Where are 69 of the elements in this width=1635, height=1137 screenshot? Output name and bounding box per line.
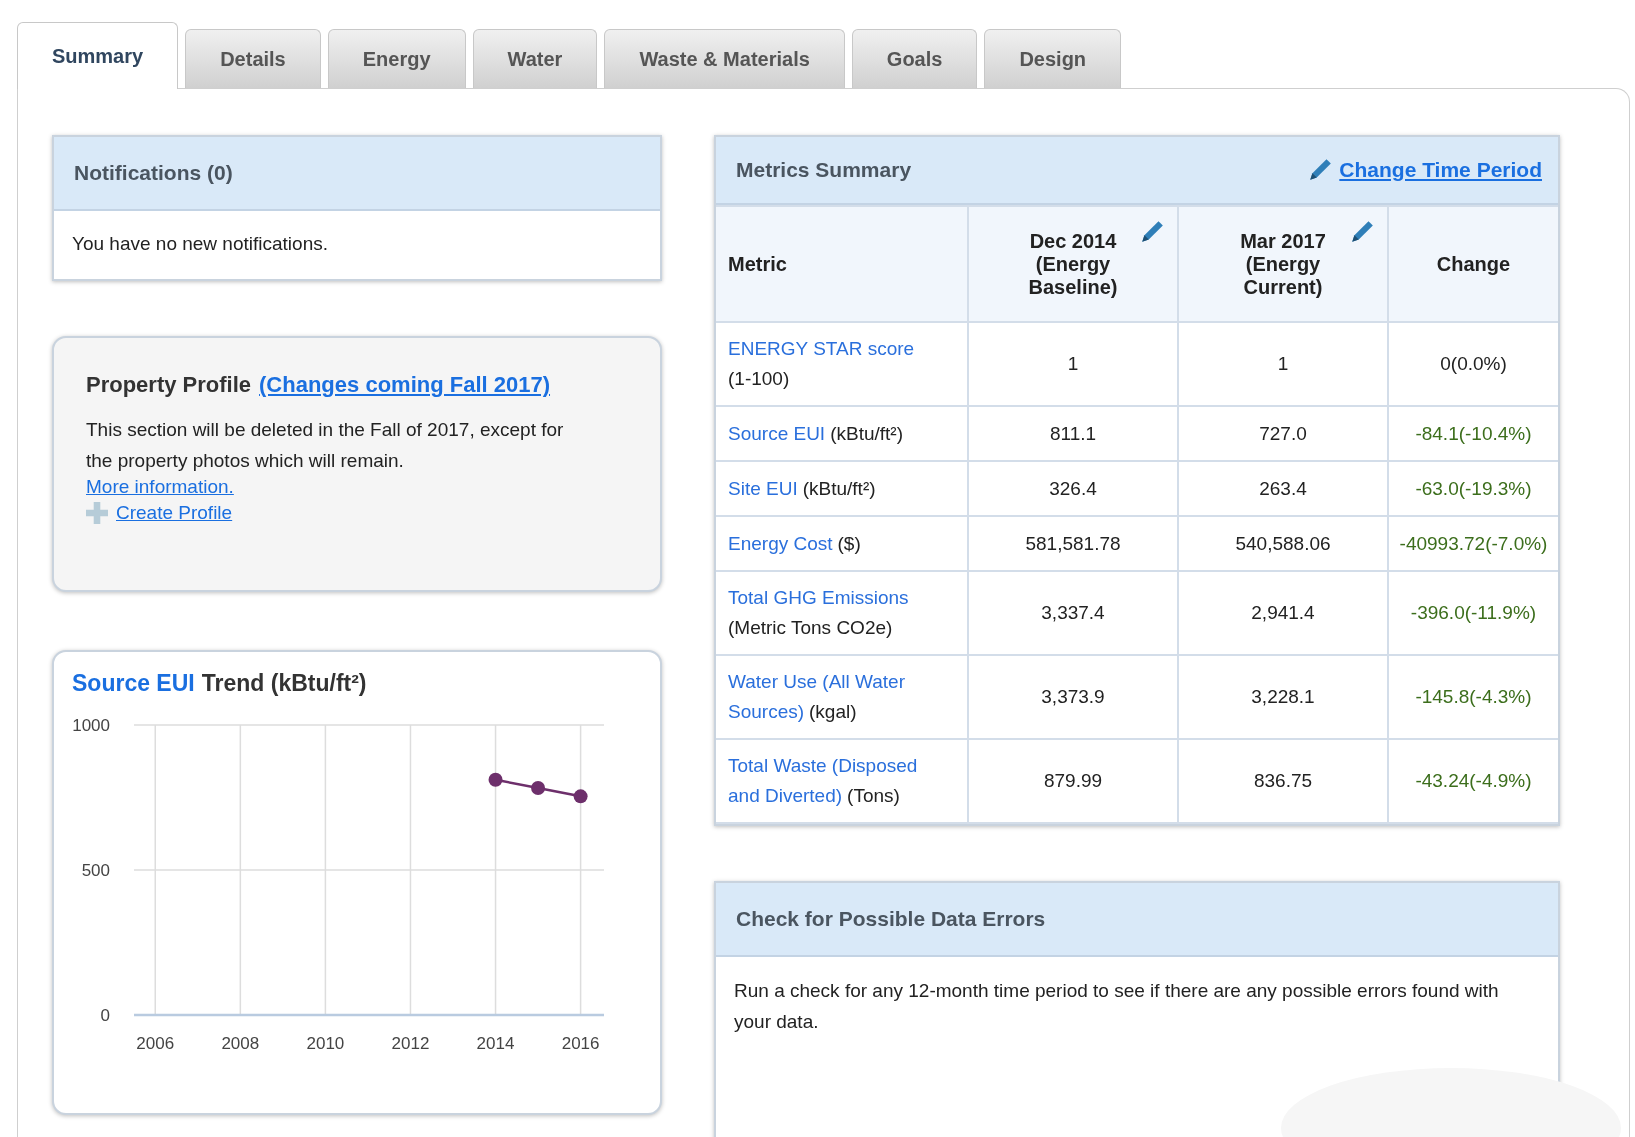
metric-unit: (Tons) [847, 784, 900, 808]
table-cell: 1 [1178, 322, 1388, 406]
metric-link[interactable]: Sources) [728, 697, 805, 727]
metric-link[interactable]: Total GHG Emissions [728, 583, 909, 613]
table-cell: 540,588.06 [1178, 516, 1388, 571]
x-tick-label: 2006 [136, 1034, 175, 1053]
tab[interactable]: Details [185, 29, 321, 88]
table-cell: 581,581.78 [968, 516, 1178, 571]
x-tick-label: 2014 [476, 1034, 515, 1053]
x-tick-label: 2012 [391, 1034, 430, 1053]
metric-unit: (kBtu/ft²) [802, 476, 876, 501]
card-title: Check for Possible Data Errors [716, 883, 1558, 957]
x-tick-label: 2016 [561, 1034, 600, 1053]
data-point [488, 772, 503, 787]
data-point [573, 789, 588, 804]
metric-link[interactable]: ENERGY STAR score [728, 334, 915, 364]
pencil-icon[interactable] [1139, 219, 1165, 245]
metric-unit: (kgal) [809, 700, 857, 724]
pencil-icon[interactable] [1307, 157, 1334, 183]
x-tick-label: 2010 [306, 1034, 345, 1053]
table-cell: 3,373.9 [968, 655, 1178, 739]
metric-link[interactable]: and Diverted) [728, 781, 843, 811]
table-cell: 263.4 [1178, 461, 1388, 516]
metric-link[interactable]: Site EUI [728, 473, 798, 504]
profile-description: This section will be deleted in the Fall of 2017, except for the property photos which will remain. [86, 418, 565, 473]
card-title: Property Profile [86, 372, 252, 398]
table-cell: 1 [968, 322, 1178, 406]
metric-link[interactable]: Total Waste (Disposed [728, 751, 918, 781]
more-information-link[interactable]: More information. [86, 476, 234, 498]
data-point [531, 780, 546, 795]
chart-title: Trend (kBtu/ft²) [201, 670, 367, 697]
metric-unit: (1-100) [728, 367, 790, 391]
table-cell: 3,337.4 [968, 571, 1178, 655]
y-tick-label: 0 [100, 1006, 110, 1025]
create-profile-link[interactable]: Create Profile [116, 502, 233, 524]
table-cell: 326.4 [968, 461, 1178, 516]
metric-link[interactable]: Water Use (All Water [728, 667, 905, 697]
table-cell: 2,941.4 [1178, 571, 1388, 655]
column-header: Metric [716, 206, 968, 322]
y-tick-label: 500 [81, 861, 110, 880]
table-cell: 879.99 [968, 739, 1178, 823]
pencil-icon[interactable] [1349, 219, 1375, 245]
tab[interactable]: Design [984, 29, 1122, 88]
chart-title-link[interactable]: Source EUI [72, 670, 195, 697]
metric-unit: (Metric Tons CO2e) [728, 616, 893, 640]
column-header: Mar 2017 (Energy Current) [1178, 206, 1388, 322]
table-cell: 836.75 [1178, 739, 1388, 823]
table-cell: 811.1 [968, 406, 1178, 461]
change-time-period-link[interactable]: Change Time Period [1339, 158, 1542, 182]
card-title: Notifications (0) [54, 137, 660, 211]
metric-link[interactable]: Source EUI [728, 418, 826, 449]
column-header: Dec 2014 (Energy Baseline) [968, 206, 1178, 322]
tab[interactable]: Energy [327, 29, 466, 88]
tab[interactable]: Water [472, 29, 598, 88]
metric-unit: ($) [837, 531, 861, 556]
changes-link[interactable]: (Changes coming Fall 2017) [259, 372, 550, 398]
table-cell: 3,228.1 [1178, 655, 1388, 739]
tab[interactable]: Summary [17, 22, 179, 89]
notification-message: You have no new notifications. [71, 232, 329, 256]
card-title: Metrics Summary [736, 158, 912, 182]
table-cell: 727.0 [1178, 406, 1388, 461]
y-tick-label: 1000 [72, 716, 110, 735]
tab[interactable]: Goals [851, 29, 978, 88]
metric-link[interactable]: Energy Cost [728, 528, 833, 559]
metric-unit: (kBtu/ft²) [830, 421, 903, 446]
tab[interactable]: Waste & Materials [604, 29, 845, 88]
data-errors-description: Run a check for any 12-month time period to see if there are any possible errors found with your data. [733, 979, 1500, 1034]
x-tick-label: 2008 [221, 1034, 260, 1053]
column-header: Change [1388, 206, 1558, 322]
